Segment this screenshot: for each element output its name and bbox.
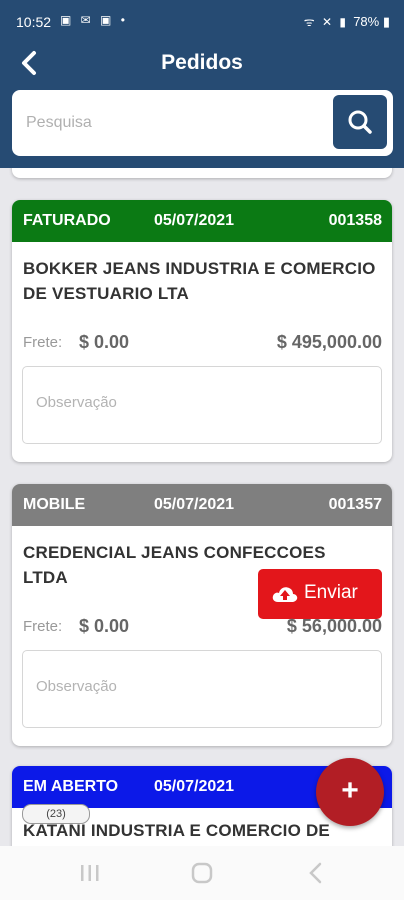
recent-apps-icon[interactable] xyxy=(78,863,102,883)
order-total: $ 495,000.00 xyxy=(276,332,382,352)
home-icon[interactable] xyxy=(190,861,214,885)
frete-label: Frete: xyxy=(23,618,63,635)
system-navigation-bar xyxy=(0,846,404,900)
order-card[interactable]: MOBILE 05/07/2021 001357 CREDENCIAL JEAN… xyxy=(12,484,392,746)
observation-field[interactable]: Observação xyxy=(22,650,382,728)
search-button[interactable] xyxy=(333,95,387,149)
order-number: 001357 xyxy=(328,496,382,513)
order-date: 05/07/2021 xyxy=(154,496,235,513)
search-box xyxy=(12,90,393,156)
battery-level: 78% ▮ xyxy=(353,14,390,29)
order-status: FATURADO xyxy=(23,212,111,229)
page-title: Pedidos xyxy=(161,51,243,74)
order-number: 001358 xyxy=(328,212,382,229)
observation-placeholder: Observação xyxy=(36,678,117,695)
observation-field[interactable]: Observação xyxy=(22,366,382,444)
frete-label: Frete: xyxy=(23,334,63,351)
order-card-previous[interactable] xyxy=(12,168,392,178)
order-values: Frete: $ 0.00 $ 495,000.00 xyxy=(12,332,392,360)
frete-value: $ 0.00 xyxy=(79,332,130,352)
plus-icon: + xyxy=(341,774,359,807)
signal-icons: ᯤ ✕ ▮ xyxy=(303,15,348,29)
client-name: BOKKER JEANS INDUSTRIA E COMERCIO DE VES… xyxy=(23,259,376,303)
back-nav-icon[interactable] xyxy=(306,862,326,884)
observation-placeholder: Observação xyxy=(36,394,117,411)
send-button[interactable]: Enviar xyxy=(258,569,382,619)
order-total: $ 56,000.00 xyxy=(286,616,382,636)
order-header: FATURADO 05/07/2021 001358 xyxy=(12,200,392,242)
orders-list[interactable]: FATURADO 05/07/2021 001358 BOKKER JEANS … xyxy=(0,168,404,846)
order-card[interactable]: FATURADO 05/07/2021 001358 BOKKER JEANS … xyxy=(12,200,392,462)
search-icon xyxy=(348,110,372,134)
notification-icons: ▣ ✉ ▣ • xyxy=(60,13,128,27)
order-date: 05/07/2021 xyxy=(154,212,235,229)
order-header: MOBILE 05/07/2021 001357 xyxy=(12,484,392,526)
search-input[interactable] xyxy=(18,98,338,148)
order-date: 05/07/2021 xyxy=(154,778,235,795)
order-status: MOBILE xyxy=(23,496,86,513)
list-count-badge: (23) xyxy=(22,804,90,824)
order-values: Frete: $ 0.00 $ 56,000.00 xyxy=(12,616,392,644)
order-status: EM ABERTO xyxy=(23,778,119,795)
status-bar: 10:52 ▣ ✉ ▣ • ᯤ ✕ ▮ 78% ▮ xyxy=(0,0,404,44)
send-button-label: Enviar xyxy=(304,582,358,603)
status-time: 10:52 xyxy=(16,14,52,30)
frete-value: $ 0.00 xyxy=(79,616,130,636)
add-order-button[interactable]: + xyxy=(316,758,384,826)
cloud-upload-icon xyxy=(272,587,298,602)
app-header: Pedidos xyxy=(0,44,404,168)
